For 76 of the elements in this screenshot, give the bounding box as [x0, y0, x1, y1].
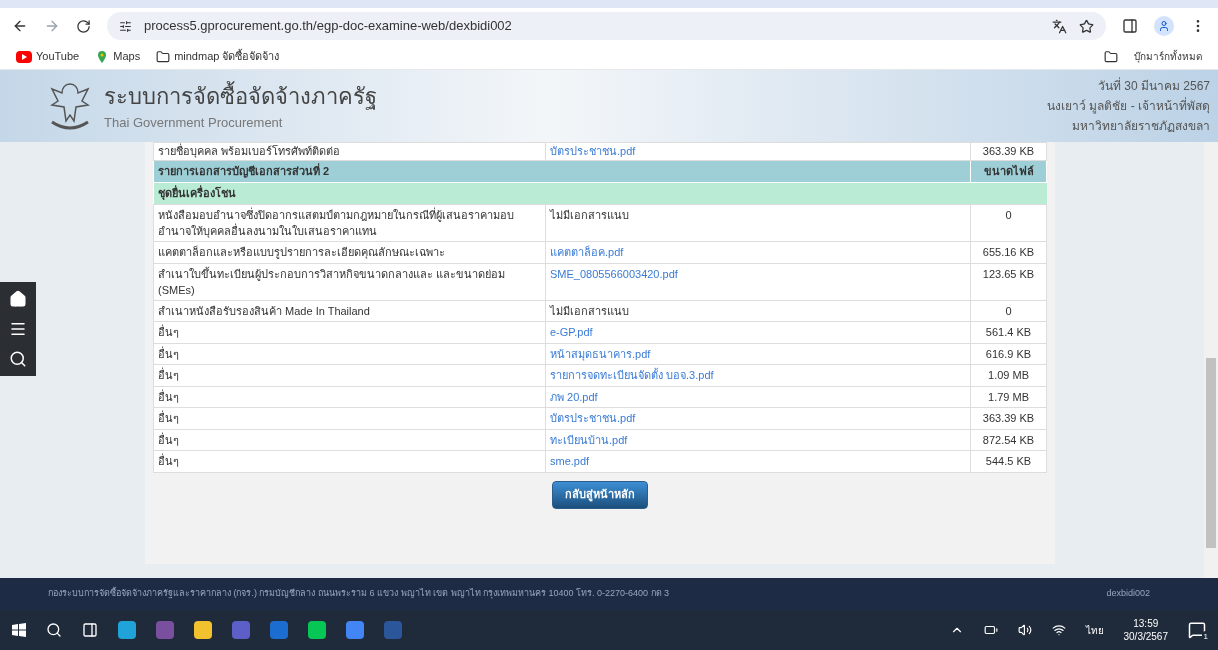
table-cell: 544.5 KB	[970, 450, 1047, 472]
menu-icon[interactable]	[9, 320, 27, 338]
battery-icon[interactable]	[983, 623, 998, 637]
address-bar[interactable]: process5.gprocurement.go.th/egp-doc-examine-web/dexbidi002	[107, 12, 1106, 40]
table-cell: ไม่มีเอกสารแนบ	[545, 300, 971, 322]
table-cell: อื่นๆ	[153, 450, 546, 472]
table-cell: 123.65 KB	[970, 263, 1047, 300]
site-settings-icon[interactable]	[119, 19, 132, 33]
clock-time[interactable]: 13:59	[1133, 617, 1159, 630]
table-cell: 616.9 KB	[970, 343, 1047, 365]
table-cell: 363.39 KB	[970, 407, 1047, 429]
file-link[interactable]: sme.pdf	[545, 450, 971, 472]
table-cell: อื่นๆ	[153, 407, 546, 429]
url-text: process5.gprocurement.go.th/egp-doc-examine-web/dexbidi002	[144, 17, 513, 36]
table-cell: 0	[970, 204, 1047, 242]
file-link[interactable]: รายการจดทะเบียนจัดตั้ง บอจ.3.pdf	[545, 364, 971, 386]
table-cell: ไม่มีเอกสารแนบ	[545, 204, 971, 242]
speaker-icon[interactable]	[1017, 623, 1032, 637]
file-link[interactable]: SME_0805566003420.pdf	[545, 263, 971, 300]
language-indicator[interactable]: ไทย	[1085, 622, 1104, 638]
site-subtitle: Thai Government Procurement	[104, 113, 284, 132]
table-cell: อื่นๆ	[153, 321, 546, 343]
file-link[interactable]: บัตรประชาชน.pdf	[545, 142, 971, 161]
table-cell: อื่นๆ	[153, 343, 546, 365]
table-cell: 655.16 KB	[970, 241, 1047, 263]
bookmark-link[interactable]: บุ๊กมาร์กทั้งหมด	[1134, 49, 1202, 64]
current-date: วันที่ 30 มีนาคม 2567	[1097, 76, 1210, 95]
page-code: dexbidi002	[1106, 587, 1150, 601]
bookmark-link[interactable]: Maps	[113, 48, 141, 65]
table-cell: รายชื่อบุคคล พร้อมเบอร์โทรศัพท์ติดต่อ	[153, 142, 546, 161]
bookmark-link[interactable]: YouTube	[36, 48, 80, 65]
file-link[interactable]: ทะเบียนบ้าน.pdf	[545, 429, 971, 451]
group-heading: ชุดยื่นเครื่องโชน	[153, 182, 1047, 205]
table-cell: หนังสือมอบอำนาจซึ่งปิดอากรแสตมป์ตามกฎหมายในกรณีที่ผู้เสนอราคามอบอำนาจให้บุคคลอื่นลงนามในใบเสนอราคาแทน	[153, 204, 546, 242]
reload-icon[interactable]	[76, 18, 91, 34]
translate-icon[interactable]	[1052, 18, 1067, 34]
file-link[interactable]: ภพ 20.pdf	[545, 386, 971, 408]
section-heading: รายการเอกสารบัญชีเอกสารส่วนที่ 2	[153, 160, 971, 183]
windows-logo-icon[interactable]	[12, 623, 26, 637]
file-link[interactable]: แคตตาล็อค.pdf	[545, 241, 971, 263]
organization-name: มหาวิทยาลัยราชภัฏสงขลา	[1072, 118, 1210, 135]
bookmark-star-icon[interactable]	[1079, 18, 1094, 34]
back-icon[interactable]	[12, 18, 28, 34]
task-view-icon[interactable]	[82, 622, 98, 638]
footer-address: กองระบบการจัดซื้อจัดจ้างภาครัฐและราคากลาง (กจร.) กรมบัญชีกลาง ถนนพระราม 6 แขวง พญาไท เขต พญาไท กรุงเทพมหานคร 10400 โทร. 0-2270-6400 กด 3	[48, 587, 671, 601]
folder-icon	[1104, 49, 1118, 64]
search-icon[interactable]	[9, 350, 27, 368]
scrollbar[interactable]	[1204, 142, 1218, 578]
table-cell: 1.09 MB	[970, 364, 1047, 386]
notification-icon[interactable]	[1188, 621, 1206, 639]
file-link[interactable]: e-GP.pdf	[545, 321, 971, 343]
table-cell: 1.79 MB	[970, 386, 1047, 408]
table-cell: 872.54 KB	[970, 429, 1047, 451]
table-cell: อื่นๆ	[153, 386, 546, 408]
table-cell: อื่นๆ	[153, 429, 546, 451]
profile-icon[interactable]	[1154, 16, 1174, 36]
bookmark-link[interactable]: mindmap จัดซื้อจัดจ้าง	[174, 48, 280, 65]
video-play-icon	[16, 50, 32, 63]
table-cell: 561.4 KB	[970, 321, 1047, 343]
site-title: ระบบการจัดซื้อจัดจ้างภาครัฐ	[104, 80, 377, 112]
side-panel-icon[interactable]	[1122, 18, 1138, 34]
back-to-main-button[interactable]: กลับสู่หน้าหลัก	[552, 480, 648, 509]
home-icon[interactable]	[9, 290, 27, 308]
network-icon[interactable]	[1051, 623, 1066, 637]
table-cell: สำเนาหนังสือรับรองสินค้า Made In Thailand	[153, 300, 546, 322]
user-name: นงเยาว์ มูลติชัย - เจ้าหน้าที่พัสดุ	[1047, 96, 1210, 116]
clock-date[interactable]: 30/3/2567	[1123, 630, 1168, 643]
table-cell: แคตตาล็อกและหรือแบบรูปรายการละเอียดคุณลักษณะเฉพาะ	[153, 241, 546, 263]
table-cell: 0	[970, 300, 1047, 322]
file-link[interactable]: หน้าสมุดธนาคาร.pdf	[545, 343, 971, 365]
table-cell: อื่นๆ	[153, 364, 546, 386]
table-cell: 363.39 KB	[970, 142, 1047, 161]
search-icon[interactable]	[46, 622, 62, 638]
table-cell: สำเนาใบขึ้นทะเบียนผู้ประกอบการวิสาหกิจขนาดกลางและ และขนาดย่อม (SMEs)	[153, 263, 546, 300]
file-link[interactable]: บัตรประชาชน.pdf	[545, 407, 971, 429]
folder-icon	[156, 49, 171, 64]
